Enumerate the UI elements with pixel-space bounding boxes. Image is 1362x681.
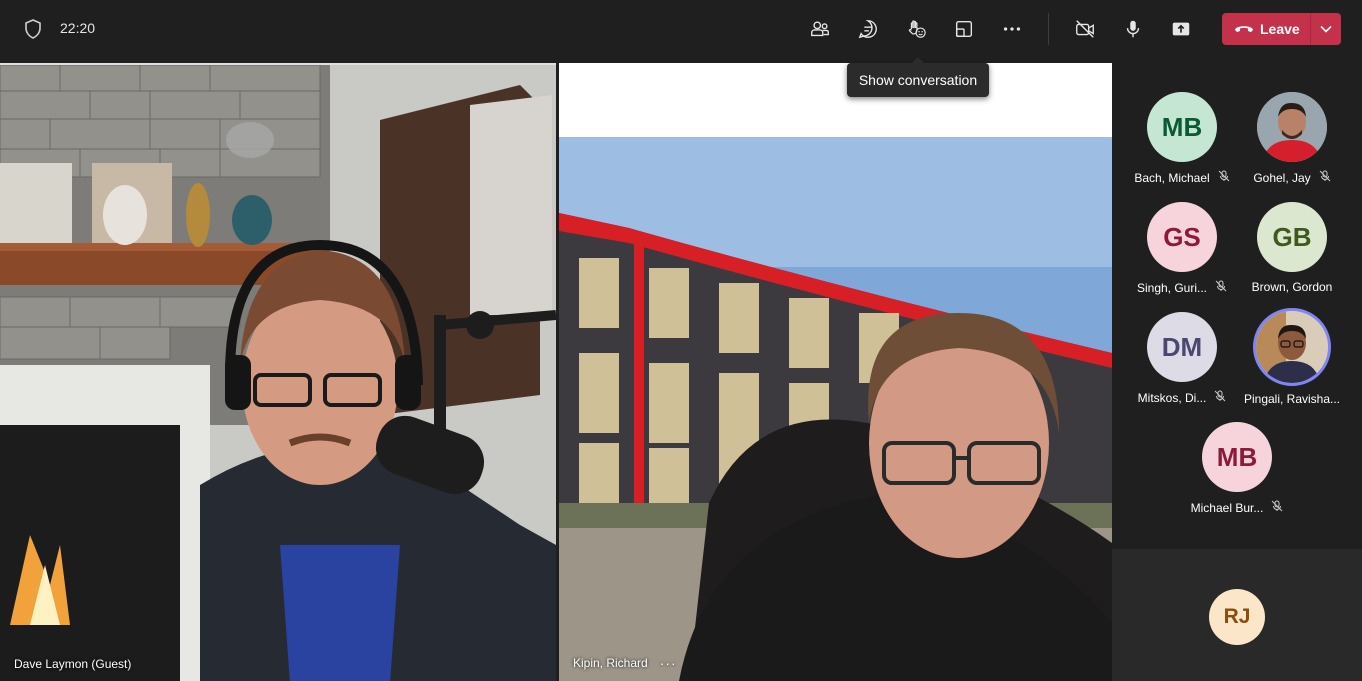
mic-off-icon <box>1319 170 1331 185</box>
participant-name-label: Kipin, Richard ··· <box>573 655 677 671</box>
participant-card[interactable]: Gohel, Jay <box>1237 92 1347 185</box>
more-options-icon[interactable]: ··· <box>660 655 677 671</box>
leave-label: Leave <box>1260 21 1300 37</box>
participant-name: Kipin, Richard <box>573 656 648 670</box>
participant-name-row: Brown, Gordon <box>1237 280 1347 294</box>
participant-name-row: Mitskos, Di... <box>1127 390 1237 405</box>
react-icon[interactable] <box>902 15 930 43</box>
leave-button[interactable]: Leave <box>1222 13 1310 45</box>
participant-name-row: Gohel, Jay <box>1237 170 1347 185</box>
participant-card[interactable]: MB Michael Bur... <box>1182 422 1292 515</box>
avatar: RJ <box>1209 589 1265 645</box>
chevron-down-icon[interactable] <box>1311 13 1341 45</box>
more-icon[interactable] <box>998 15 1026 43</box>
avatar-photo <box>1257 92 1327 162</box>
phone-hangup-icon <box>1234 21 1254 37</box>
participant-name-row: Pingali, Ravisha... <box>1237 392 1347 406</box>
avatar-photo-speaking <box>1253 308 1331 386</box>
participant-name: Bach, Michael <box>1134 170 1210 185</box>
participant-name: Singh, Guri... <box>1136 280 1208 295</box>
participant-name-label: Dave Laymon (Guest) <box>14 657 131 671</box>
shield-icon <box>24 19 42 39</box>
camera-off-icon[interactable] <box>1071 15 1099 43</box>
avatar: MB <box>1147 92 1217 162</box>
mic-off-icon <box>1218 170 1230 185</box>
meeting-timer: 22:20 <box>60 20 96 36</box>
leave-button-group: Leave <box>1222 13 1341 45</box>
overflow-participants[interactable]: RJ <box>1112 549 1362 681</box>
participant-name: Mitskos, Di... <box>1137 390 1207 405</box>
mic-off-icon <box>1271 500 1283 515</box>
participant-name-row: Bach, Michael <box>1127 170 1237 185</box>
participant-card[interactable]: GS Singh, Guri... <box>1127 202 1237 295</box>
mic-off-icon <box>1215 280 1227 295</box>
avatar: DM <box>1147 312 1217 382</box>
participant-gallery: MB Bach, Michael Gohel, Jay GS Singh, Gu… <box>1112 63 1362 549</box>
avatar: GB <box>1257 202 1327 272</box>
toolbar-divider <box>1048 13 1049 45</box>
share-tray-icon[interactable] <box>950 15 978 43</box>
avatar: GS <box>1147 202 1217 272</box>
participant-name: Michael Bur... <box>1190 500 1264 515</box>
mic-icon[interactable] <box>1119 15 1147 43</box>
participant-name: Gohel, Jay <box>1253 170 1311 185</box>
participant-card[interactable]: GB Brown, Gordon <box>1237 202 1347 294</box>
participant-name-row: Michael Bur... <box>1182 500 1292 515</box>
participant-video <box>559 63 1112 681</box>
participant-video <box>0 65 556 681</box>
participant-card[interactable]: Pingali, Ravisha... <box>1237 308 1347 406</box>
participant-card[interactable]: MB Bach, Michael <box>1127 92 1237 185</box>
participant-card[interactable]: DM Mitskos, Di... <box>1127 312 1237 405</box>
participant-name: Dave Laymon (Guest) <box>14 657 132 671</box>
video-tile[interactable]: Kipin, Richard ··· <box>559 63 1112 681</box>
meeting-toolbar: 22:20 Leave <box>0 0 1362 58</box>
avatar: MB <box>1202 422 1272 492</box>
people-icon[interactable] <box>806 15 834 43</box>
share-screen-icon[interactable] <box>1167 15 1195 43</box>
chat-icon[interactable] <box>854 15 882 43</box>
participant-name: Brown, Gordon <box>1251 280 1333 294</box>
tooltip: Show conversation <box>847 57 989 97</box>
participant-name-row: Singh, Guri... <box>1127 280 1237 295</box>
video-tile[interactable]: Dave Laymon (Guest) <box>0 63 556 681</box>
mic-off-icon <box>1214 390 1226 405</box>
participant-name: Pingali, Ravisha... <box>1243 392 1341 406</box>
